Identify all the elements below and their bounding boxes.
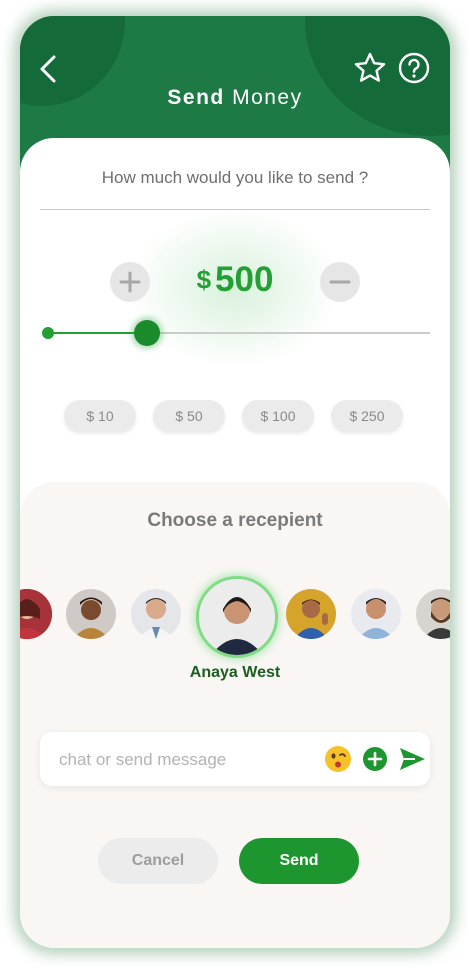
slider-fill bbox=[47, 332, 147, 334]
add-circle-icon bbox=[363, 747, 387, 771]
slider-start-dot bbox=[42, 327, 54, 339]
chevron-left-icon bbox=[40, 55, 56, 83]
recipient-heading: Choose a recepient bbox=[147, 510, 323, 531]
selected-recipient-avatar[interactable] bbox=[196, 576, 278, 658]
send-card: How much would you like to send ? $500 $… bbox=[20, 138, 450, 948]
help-button[interactable] bbox=[398, 52, 430, 84]
slider-thumb[interactable] bbox=[133, 320, 160, 346]
currency-symbol: $ bbox=[196, 264, 212, 295]
title-rest: Money bbox=[232, 86, 303, 109]
recipient-avatar[interactable] bbox=[66, 589, 116, 639]
phone-frame: Send Money How much would you like to se… bbox=[20, 16, 450, 948]
recipient-avatar[interactable] bbox=[20, 589, 52, 639]
plus-icon bbox=[119, 271, 141, 293]
amount-question: How much would you like to send ? bbox=[101, 168, 369, 187]
recipient-avatar[interactable] bbox=[131, 589, 181, 639]
recipient-avatar[interactable] bbox=[416, 589, 450, 639]
attach-button[interactable] bbox=[362, 746, 388, 772]
amount-value: 500 bbox=[215, 260, 274, 299]
send-message-button[interactable] bbox=[397, 744, 427, 774]
message-input[interactable] bbox=[57, 732, 311, 788]
message-box bbox=[40, 732, 430, 788]
emoji-button[interactable] bbox=[324, 745, 352, 773]
preset-chip-100[interactable]: $ 100 bbox=[242, 400, 314, 432]
recipient-avatar[interactable] bbox=[286, 589, 336, 639]
selected-recipient-name: Anaya West bbox=[189, 664, 281, 681]
minus-icon bbox=[329, 280, 351, 284]
help-circle-icon bbox=[398, 52, 430, 84]
star-icon bbox=[354, 52, 386, 82]
recipient-avatar[interactable] bbox=[351, 589, 401, 639]
recipient-panel: Choose a recepient Anaya West chat or se… bbox=[20, 482, 450, 948]
favorite-button[interactable] bbox=[352, 50, 388, 86]
preset-amounts: $ 10 $ 50 $ 100 $ 250 bbox=[20, 400, 450, 434]
decrease-amount-button[interactable] bbox=[320, 262, 360, 302]
preset-chip-10[interactable]: $ 10 bbox=[64, 400, 136, 432]
emoji-icon bbox=[325, 746, 351, 772]
preset-chip-50[interactable]: $ 50 bbox=[153, 400, 225, 432]
send-arrow-icon bbox=[400, 748, 425, 770]
back-button[interactable] bbox=[32, 50, 64, 88]
increase-amount-button[interactable] bbox=[110, 262, 150, 302]
preset-chip-250[interactable]: $ 250 bbox=[331, 400, 403, 432]
title-bold: Send bbox=[167, 86, 225, 109]
cancel-button[interactable]: Cancel bbox=[98, 838, 218, 884]
send-button[interactable]: Send bbox=[239, 838, 359, 884]
amount-slider[interactable] bbox=[42, 320, 430, 346]
page-title: Send Money bbox=[20, 86, 450, 110]
amount-display: $500 bbox=[170, 260, 300, 300]
